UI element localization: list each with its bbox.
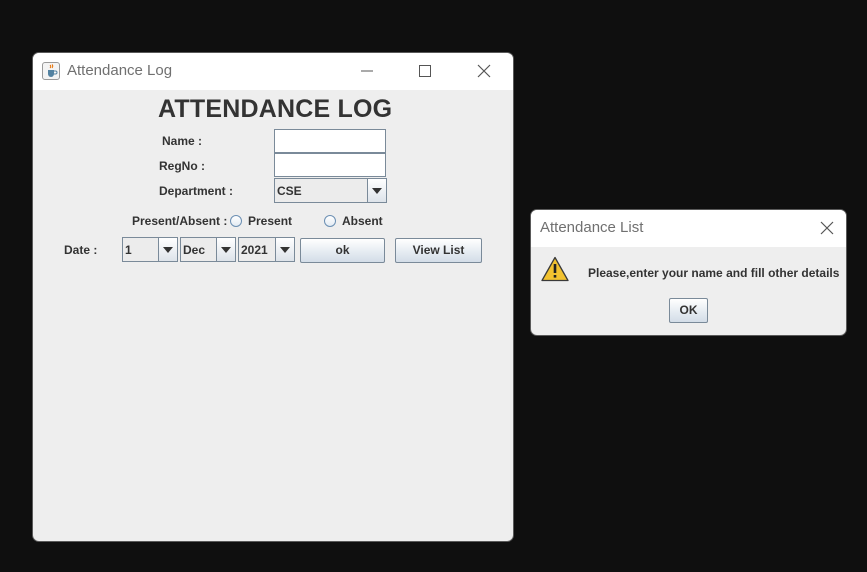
- regno-label: RegNo :: [159, 159, 205, 173]
- month-select[interactable]: Dec: [180, 237, 236, 262]
- chevron-down-icon: [372, 188, 382, 194]
- department-value: CSE: [277, 184, 302, 198]
- month-value: Dec: [183, 243, 206, 257]
- close-button[interactable]: [471, 58, 497, 84]
- absent-radio[interactable]: [324, 215, 336, 227]
- name-field[interactable]: [274, 129, 386, 153]
- department-select[interactable]: CSE: [274, 178, 387, 203]
- name-label: Name :: [162, 134, 203, 148]
- view-list-button[interactable]: View List: [395, 238, 482, 263]
- chevron-down-icon: [221, 247, 231, 253]
- ok-button[interactable]: ok: [300, 238, 385, 263]
- warning-icon: [541, 256, 569, 287]
- page-heading: ATTENDANCE LOG: [158, 95, 393, 123]
- present-radio[interactable]: [230, 215, 242, 227]
- close-icon: [820, 221, 834, 235]
- month-dropdown-button[interactable]: [216, 238, 235, 261]
- minimize-icon: [361, 70, 373, 72]
- day-select[interactable]: 1: [122, 237, 178, 262]
- dialog-ok-button[interactable]: OK: [669, 298, 708, 323]
- chevron-down-icon: [163, 247, 173, 253]
- window-title: Attendance Log: [67, 62, 173, 79]
- maximize-icon: [419, 65, 431, 77]
- year-select[interactable]: 2021: [238, 237, 295, 262]
- dialog-title: Attendance List: [540, 219, 644, 236]
- present-label[interactable]: Present: [248, 214, 292, 228]
- date-label: Date :: [64, 243, 98, 257]
- year-dropdown-button[interactable]: [275, 238, 294, 261]
- day-dropdown-button[interactable]: [158, 238, 177, 261]
- dialog-title-bar[interactable]: Attendance List: [531, 210, 846, 247]
- year-value: 2021: [241, 243, 268, 257]
- attendance-log-window: Attendance Log ATTENDANCE LOG Name : Reg…: [32, 52, 514, 542]
- department-dropdown-button[interactable]: [367, 179, 386, 202]
- regno-field[interactable]: [274, 153, 386, 177]
- close-icon: [477, 64, 491, 78]
- maximize-button[interactable]: [412, 58, 438, 84]
- present-absent-label: Present/Absent :: [132, 214, 228, 228]
- title-bar[interactable]: Attendance Log: [33, 53, 513, 90]
- department-label: Department :: [159, 184, 234, 198]
- dialog-message: Please,enter your name and fill other de…: [588, 266, 840, 280]
- attendance-list-dialog: Attendance List Please,enter your name a…: [530, 209, 847, 336]
- absent-label[interactable]: Absent: [342, 214, 383, 228]
- minimize-button[interactable]: [354, 58, 380, 84]
- chevron-down-icon: [280, 247, 290, 253]
- java-cup-icon: [42, 62, 60, 80]
- dialog-close-button[interactable]: [814, 215, 840, 241]
- day-value: 1: [125, 243, 132, 257]
